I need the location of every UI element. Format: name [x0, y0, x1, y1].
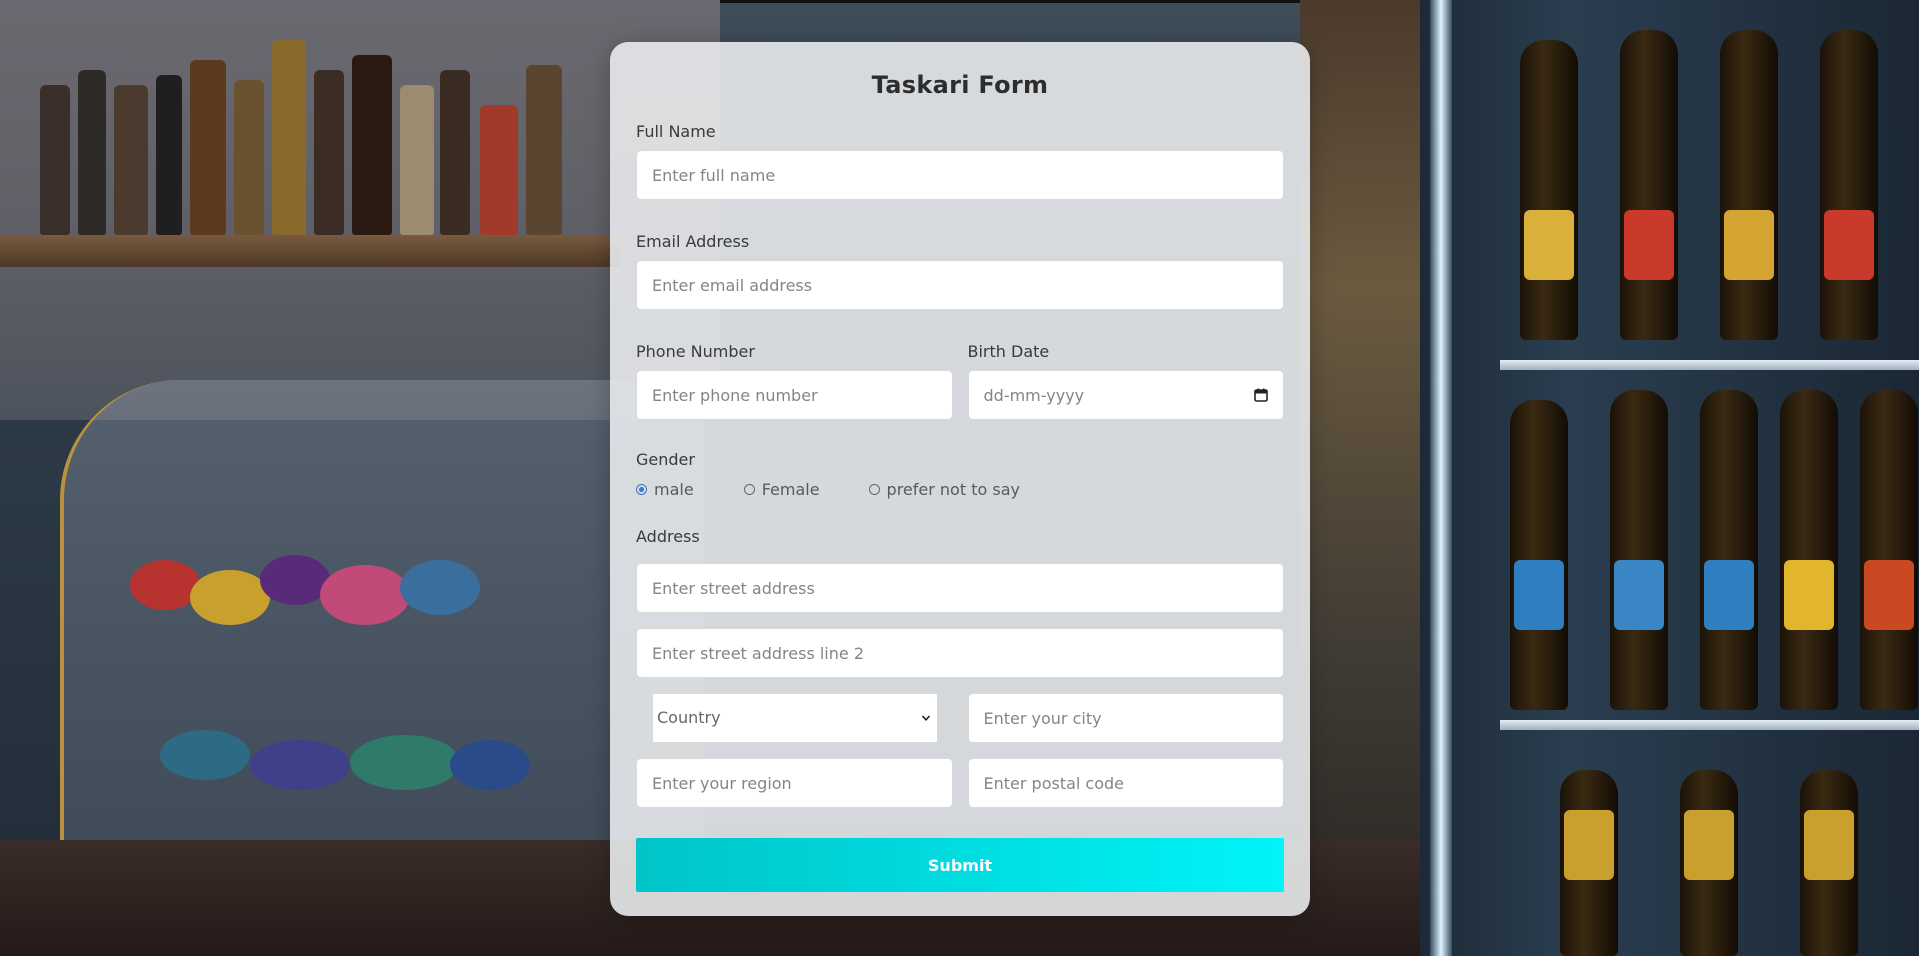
city-col	[967, 693, 1284, 743]
city-input[interactable]	[967, 693, 1284, 743]
full-name-label: Full Name	[636, 122, 716, 141]
gender-options: male Female prefer not to say	[636, 477, 1284, 501]
gender-option-label: male	[654, 479, 694, 499]
phone-input[interactable]	[636, 370, 953, 420]
submit-button[interactable]: Submit	[636, 838, 1284, 892]
email-input[interactable]	[636, 260, 1284, 310]
street-address-input[interactable]	[636, 563, 1284, 613]
radio-prefer-not[interactable]	[868, 483, 880, 495]
full-name-group: Full Name	[636, 122, 1284, 200]
radio-male[interactable]	[636, 483, 647, 495]
gender-option-label: Female	[761, 479, 820, 499]
taskari-form: Taskari Form Full Name Email Address Pho…	[610, 42, 1310, 916]
street-address-line2-input[interactable]	[636, 628, 1284, 678]
gender-group: Gender male Female prefer not to say	[636, 450, 1284, 501]
address-group: Address Country	[636, 527, 1284, 808]
region-col	[636, 758, 953, 808]
email-label: Email Address	[636, 232, 750, 251]
phone-group: Phone Number	[636, 342, 953, 420]
phone-label: Phone Number	[636, 342, 755, 361]
region-postal-row	[636, 758, 1284, 808]
full-name-input[interactable]	[636, 150, 1284, 200]
birth-date-input[interactable]: dd-mm-yyyy	[967, 370, 1284, 420]
country-select[interactable]: Country	[652, 693, 938, 743]
postal-code-input[interactable]	[967, 758, 1284, 808]
email-group: Email Address	[636, 232, 1284, 310]
country-select-value: Country	[657, 708, 721, 727]
gender-option-prefer-not[interactable]: prefer not to say	[868, 479, 1020, 499]
phone-birthdate-row: Phone Number Birth Date dd-mm-yyyy	[636, 342, 1284, 420]
region-input[interactable]	[636, 758, 953, 808]
address-label: Address	[636, 527, 700, 546]
radio-female[interactable]	[743, 483, 755, 495]
birth-date-group: Birth Date dd-mm-yyyy	[967, 342, 1284, 420]
country-col: Country	[636, 693, 953, 743]
postal-col	[967, 758, 1284, 808]
gender-option-female[interactable]: Female	[743, 479, 820, 499]
gender-option-male[interactable]: male	[636, 480, 694, 499]
gender-label: Gender	[636, 450, 695, 469]
calendar-icon[interactable]	[1254, 388, 1268, 402]
form-title: Taskari Form	[871, 71, 1049, 99]
country-city-row: Country	[636, 693, 1284, 743]
gender-option-label: prefer not to say	[886, 479, 1020, 499]
chevron-down-icon	[921, 715, 931, 721]
birth-date-label: Birth Date	[967, 342, 1050, 361]
birth-date-format: dd-mm-yyyy	[983, 386, 1085, 405]
